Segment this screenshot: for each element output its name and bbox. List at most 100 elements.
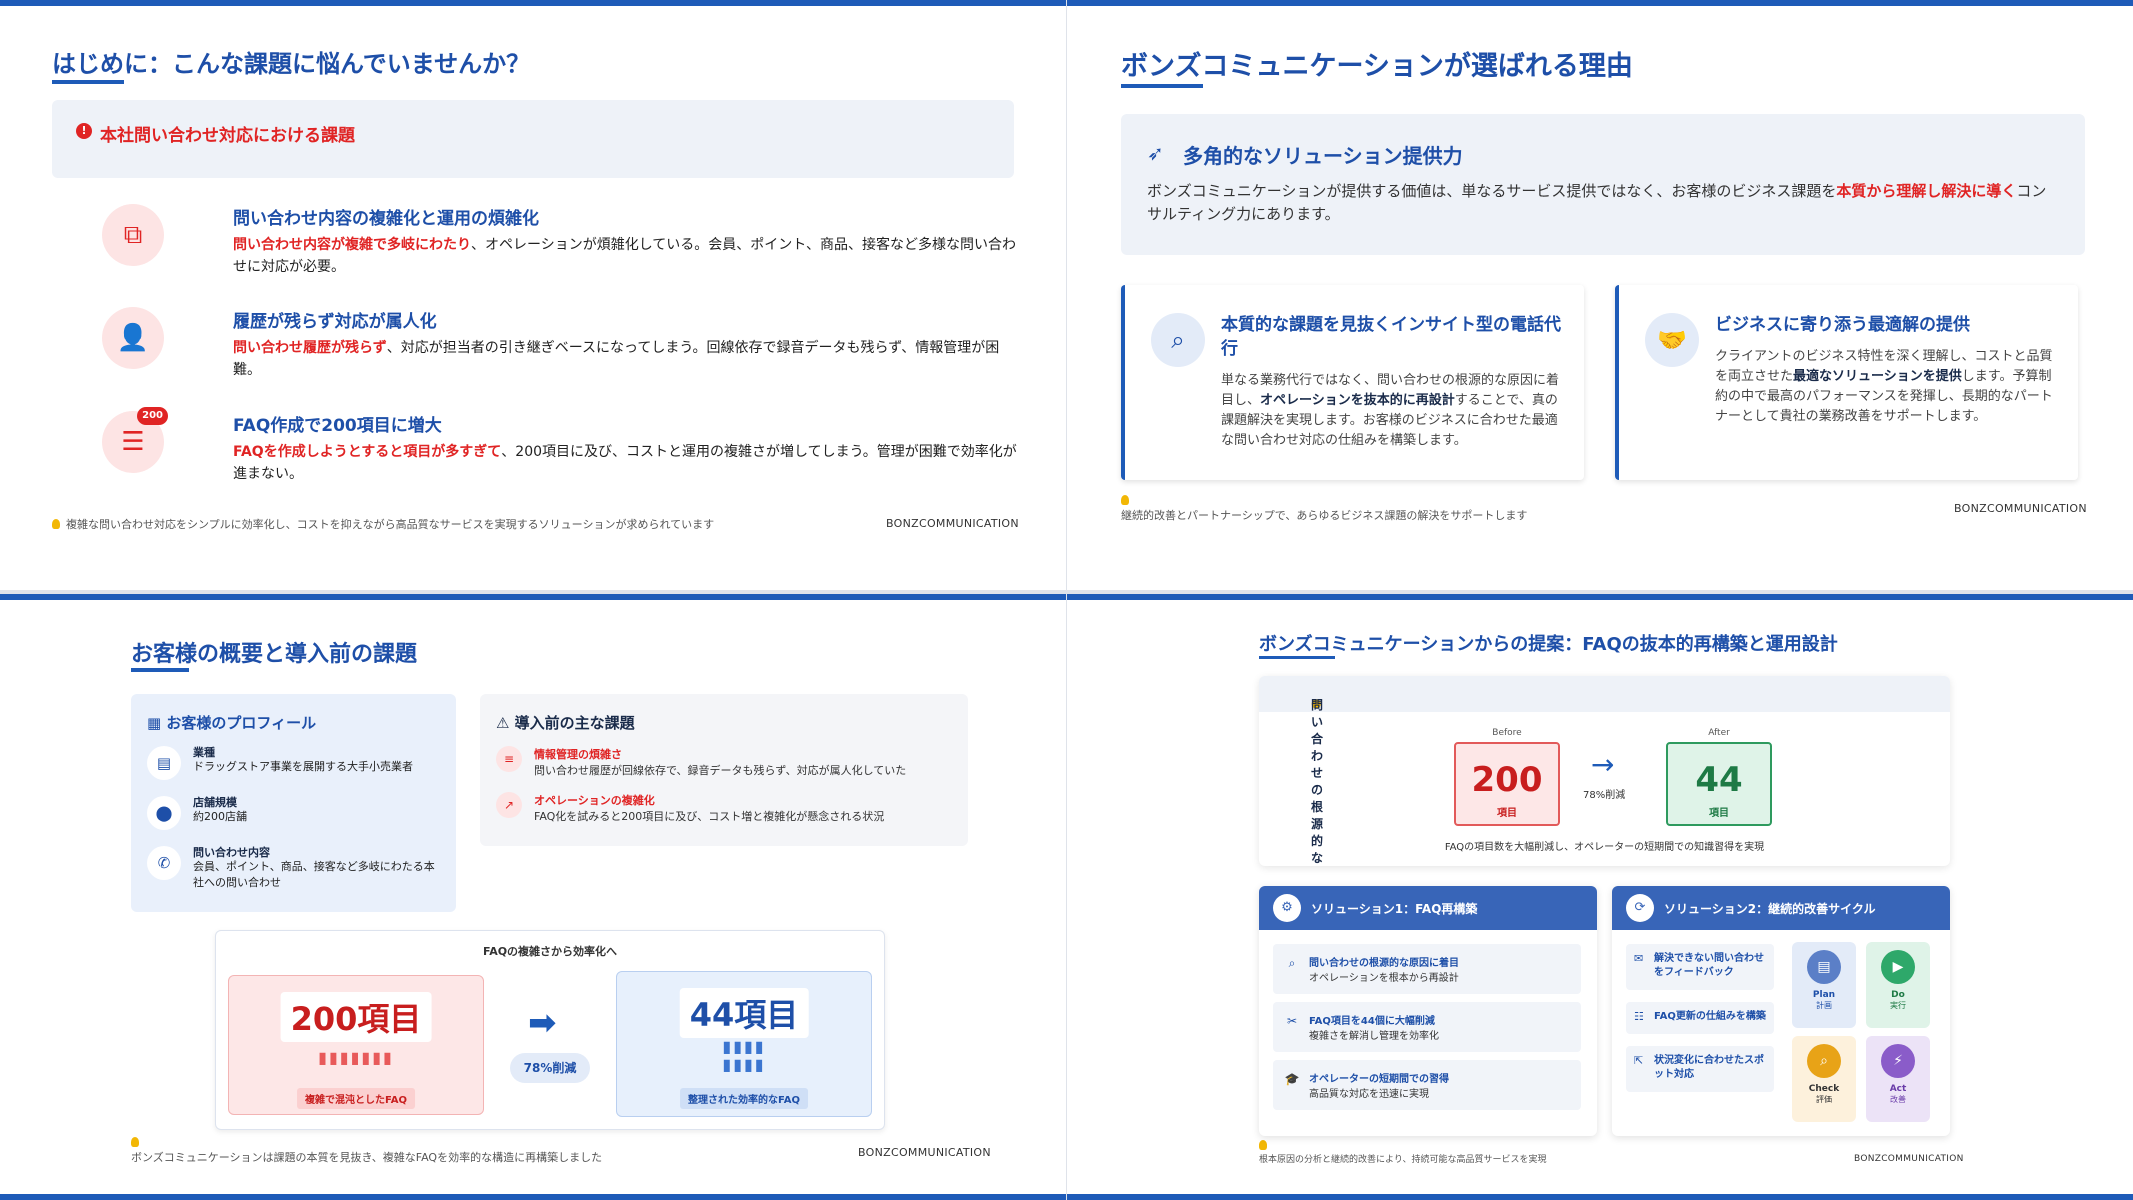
item-label: 解決できない問い合わせをフィードバック — [1654, 953, 1764, 978]
reason-text: 単なる業務代行ではなく、問い合わせの根源的な原因に着目し、オペレーションを抜本的… — [1221, 371, 1566, 451]
arrow-right-icon: → — [1591, 748, 1615, 781]
phone-icon: ✆ — [147, 846, 181, 880]
title-underline — [52, 80, 124, 84]
solution1-item: ✂ FAQ項目を44個に大幅削減 複雑さを解消し管理を効率化 — [1273, 1002, 1581, 1052]
brand-label: BONZCOMMUNICATION — [886, 517, 1019, 530]
solution-highlight: 本質から理解し解決に導く — [1836, 182, 2017, 200]
solution1-item: 🎓 オペレーターの短期間での習得 高品質な対応を迅速に実現 — [1273, 1060, 1581, 1110]
organized-docs-icon: ▮▮▮▮ ▮▮▮▮ — [722, 1037, 766, 1074]
pdca-plan: ▤ Plan 計画 — [1792, 942, 1856, 1028]
solution2-item: ✉ 解決できない問い合わせをフィードバック — [1626, 944, 1774, 990]
footer-text: 複雑な問い合わせ対応をシンプルに効率化し、コストを抑えながら高品質なサービスを実… — [66, 518, 715, 531]
profile-card: ▦ お客様のプロフィール ▤ 業種 ドラッグストア事業を展開する大手小売業者 ⬤ 店舗… — [131, 694, 456, 912]
solution-text-pre: ボンズコミュニケーションが提供する価値は、単なるサービス提供ではなく、お客様のビ… — [1147, 182, 1837, 200]
bottom-bar — [0, 1194, 1066, 1200]
slide-footer: 継続的改善とパートナーシップで、あらゆるビジネス課題の解決をサポートします — [1121, 494, 1527, 523]
item-value: オペレーションを根本から再設計 — [1309, 973, 1459, 984]
faq-diagram: FAQの複雑さから効率化へ 200項目 ▮▮▮▮▮▮▮ 複雑で混沌としたFAQ … — [215, 930, 885, 1130]
solution1-header: ⚙ ソリューション1：FAQ再構築 — [1259, 886, 1597, 930]
user-x-icon: 👤 — [102, 307, 164, 369]
item-label: オペレーターの短期間での習得 — [1309, 1074, 1449, 1085]
bottom-bar — [1067, 1194, 2133, 1200]
after-unit: 項目 — [1709, 808, 1729, 819]
lightbulb-icon — [1121, 495, 1129, 505]
slide-title: ボンズコミュニケーションが選ばれる理由 — [1121, 51, 1633, 82]
clipboard-icon: ▤ — [1807, 950, 1841, 984]
challenge-body: 問い合わせ内容が複雑で多岐にわたり、オペレーションが煩雑化している。会員、ポイン… — [233, 234, 1023, 278]
before-unit: 項目 — [1497, 808, 1517, 819]
sitemap-icon: ⧉ — [102, 204, 164, 266]
top-bar — [0, 0, 1066, 6]
panel-header: ● 問い合わせの根源的な原因に着目した抜本的ソリューション — [1259, 676, 1950, 865]
footer-text: 継続的改善とパートナーシップで、あらゆるビジネス課題の解決をサポートします — [1121, 509, 1528, 522]
solution2-title: ソリューション2：継続的改善サイクル — [1664, 902, 1876, 916]
after-caption: After — [1708, 728, 1730, 738]
after-box: 44 項目 — [1666, 742, 1772, 826]
pdca-sub: 実行 — [1890, 1001, 1906, 1010]
profile-value: ドラッグストア事業を展開する大手小売業者 — [193, 760, 413, 773]
top-bar — [1067, 594, 2133, 600]
handshake-icon: 🤝 — [1645, 313, 1699, 367]
solution2-item: ⇱ 状況変化に合わせたスポット対応 — [1626, 1046, 1774, 1092]
slide-title: はじめに：こんな課題に悩んでいませんか？ — [52, 50, 531, 78]
challenge-body: FAQを作成しようとすると項目が多すぎて、200項目に及び、コストと運用の複雑さ… — [233, 441, 1023, 485]
brand-label: BONZCOMMUNICATION — [1854, 1154, 1964, 1164]
item-value: 高品質な対応を迅速に実現 — [1309, 1089, 1429, 1100]
database-icon: ≡ — [496, 746, 522, 772]
scattered-docs-icon: ▮▮▮▮▮▮▮ — [318, 1048, 394, 1067]
lightbulb-icon — [131, 1137, 139, 1147]
solution2-header: ⟳ ソリューション2：継続的改善サイクル — [1612, 886, 1950, 930]
solution1-panel: ⚙ ソリューション1：FAQ再構築 ⌕ 問い合わせの根源的な原因に着目 オペレーション… — [1259, 886, 1597, 1136]
slide-footer: 根本原因の分析と継続的改善により、持続可能な高品質サービスを実現 — [1259, 1140, 1546, 1165]
rocket-icon: ➶ — [1147, 141, 1164, 165]
before-caption: Before — [1492, 728, 1522, 738]
brand-label: BONZCOMMUNICATION — [1954, 502, 2087, 515]
before-count: 200項目 — [280, 992, 432, 1042]
warning-icon: ⚠ — [496, 714, 515, 732]
external-link-icon: ⇱ — [1634, 1054, 1644, 1067]
issue-label: オペレーションの複雑化 — [534, 794, 655, 807]
issues-card: ⚠ 導入前の主な課題 ≡ 情報管理の煩雑さ 問い合わせ履歴が回線依存で、録音データも… — [480, 694, 968, 846]
after-label: 整理された効率的なFAQ — [680, 1088, 808, 1109]
alert-title: 本社問い合わせ対応における課題 — [100, 126, 355, 146]
reason-title: ビジネスに寄り添う最適解の提供 — [1715, 315, 1970, 335]
before-label: 複雑で混沌としたFAQ — [297, 1088, 415, 1109]
before-panel: 200項目 ▮▮▮▮▮▮▮ 複雑で混沌としたFAQ — [228, 975, 484, 1115]
location-pin-icon: ⬤ — [147, 796, 181, 830]
item-label: 状況変化に合わせたスポット対応 — [1654, 1055, 1764, 1080]
before-box: 200 項目 — [1454, 742, 1560, 826]
store-icon: ▤ — [147, 746, 181, 780]
top-bar — [1067, 0, 2133, 6]
issue-label: 情報管理の煩雑さ — [534, 748, 622, 761]
alert-box: ! 本社問い合わせ対応における課題 — [52, 100, 1014, 178]
chart-line-icon: ↗ — [496, 792, 522, 818]
issues-title-text: 導入前の主な課題 — [514, 714, 635, 732]
slide-footer: ボンズコミュニケーションは課題の本質を見抜き、複雑なFAQを効率的な構造に再構築… — [131, 1136, 602, 1165]
reason-card: 🤝 ビジネスに寄り添う最適解の提供 クライアントのビジネス特性を深く理解し、コス… — [1615, 285, 2078, 480]
reason-text: クライアントのビジネス特性を深く理解し、コストと品質を両立させた最適なソリューシ… — [1715, 347, 2060, 427]
brand-label: BONZCOMMUNICATION — [858, 1146, 991, 1159]
pdca-label: Check — [1808, 1084, 1840, 1094]
issue-value: FAQ化を試みると200項目に及び、コスト増と複雑化が懸念される状況 — [534, 810, 885, 823]
reason-bold: 最適なソリューションを提供 — [1793, 369, 1962, 384]
after-number: 44 — [1695, 760, 1743, 800]
count-badge: 200 — [137, 407, 168, 425]
solution1-title: ソリューション1：FAQ再構築 — [1311, 902, 1478, 916]
item-label: FAQ項目を44個に大幅削減 — [1309, 1016, 1435, 1027]
pdca-label: Do — [1891, 990, 1905, 1000]
pdca-check: ⌕ Check 評価 — [1792, 1036, 1856, 1122]
pdca-act: ⚡ Act 改善 — [1866, 1036, 1930, 1122]
pdca-sub: 評価 — [1816, 1095, 1832, 1104]
challenge-title: FAQ作成で200項目に増大 — [233, 416, 442, 436]
reason-title: 本質的な課題を見抜くインサイト型の電話代行 — [1221, 315, 1561, 359]
solution-box: ➶ 多角的なソリューション提供力 ボンズコミュニケーションが提供する価値は、単な… — [1121, 114, 2085, 255]
bolt-icon: ⚡ — [1881, 1044, 1915, 1078]
reason-bold: オペレーションを抜本的に再設計 — [1260, 393, 1455, 408]
reduction-caption: FAQの項目数を大幅削減し、オペレーターの短期間での知識習得を実現 — [1444, 842, 1765, 853]
arrow-right-icon: ➡ — [528, 1003, 557, 1043]
building-icon: ▦ — [147, 714, 167, 732]
slide-title: お客様の概要と導入前の課題 — [131, 642, 418, 667]
reduction-pill: 78%削減 — [510, 1053, 590, 1083]
magnifier-icon: ⌕ — [1807, 1044, 1841, 1078]
before-number: 200 — [1471, 760, 1543, 800]
